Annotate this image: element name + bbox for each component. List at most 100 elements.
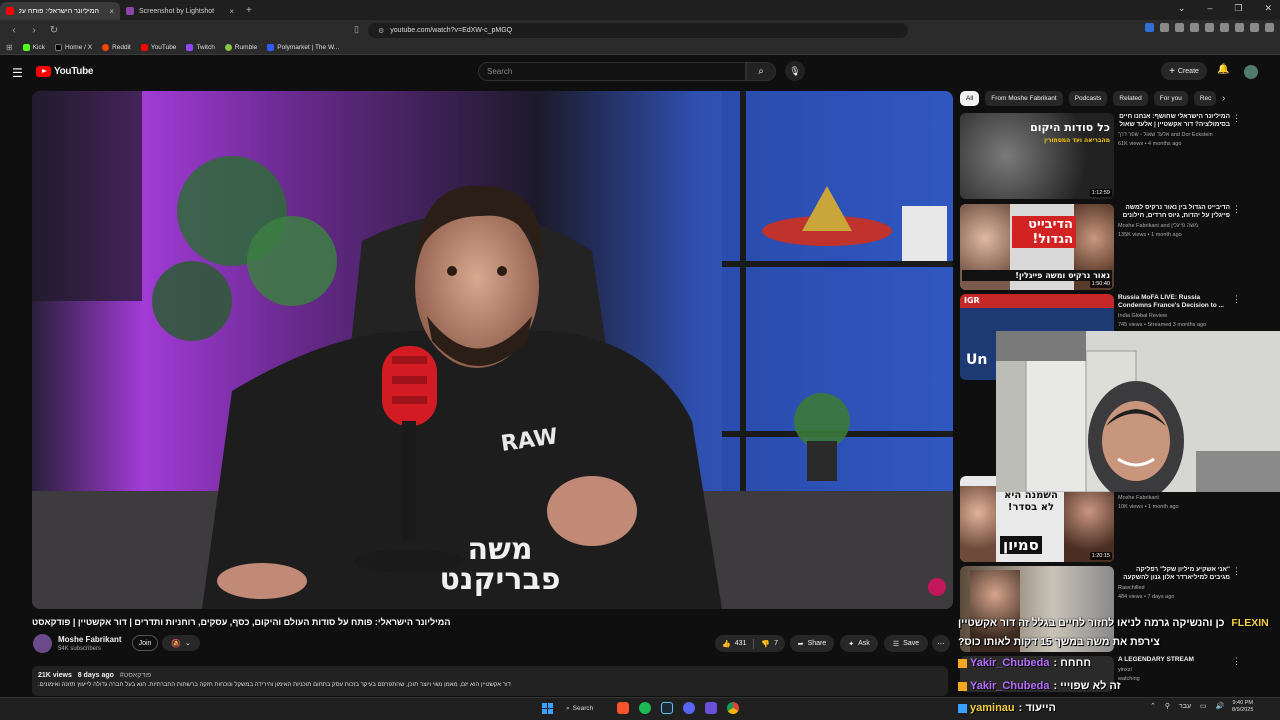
extension-icon[interactable] [1175,23,1184,32]
ask-button[interactable]: ✦ Ask [840,635,878,652]
channel-avatar[interactable] [33,634,52,653]
rumble-icon [224,43,232,51]
search-icon: ⌕ [566,704,570,712]
extension-icon[interactable] [1205,23,1214,32]
chip-recent[interactable]: Rec [1193,91,1216,106]
notifications-bell-icon[interactable]: 🔔 [1217,64,1229,75]
tab-search-icon[interactable]: ⌄ [1178,3,1186,14]
lightshot-favicon-icon [126,7,134,15]
steam-icon[interactable] [661,702,673,714]
bookmarks-bar: ⊞ Kick Home / X Reddit YouTube Twitch Ru… [0,40,1280,55]
related-meta: 10K views • 1 month ago [1118,504,1179,510]
reload-icon[interactable]: ↻ [48,25,60,36]
bookmark-youtube[interactable]: YouTube [140,43,176,51]
bookmark-polymarket[interactable]: Polymarket | The W... [267,43,339,51]
extension-icon[interactable] [1220,23,1229,32]
related-video-item[interactable]: הדיבייט הגדול! נאור נרקיס ומשה פייגלין! … [960,204,1260,292]
chevron-up-icon[interactable]: ⌃ [1150,702,1156,710]
system-tray: ⌃ ⚲ עבר ▭ 🔊 [1150,702,1225,711]
back-icon[interactable]: ‹ [8,25,20,36]
chat-featured-text: כן והנשיקה גרמה לניאו לחזור לחיים בגלל ז… [958,617,1225,648]
discord-icon[interactable] [683,702,695,714]
related-title: Russia MoFA LIVE: Russia Condemns France… [1118,294,1224,309]
chrome-icon[interactable] [727,702,739,714]
bookmark-kick[interactable]: Kick [22,43,45,51]
thumbs-down-icon[interactable]: 👎 [761,640,770,648]
account-avatar[interactable] [1244,65,1258,79]
chevron-right-icon[interactable]: › [1222,93,1225,104]
more-vertical-icon[interactable]: ⋮ [1232,294,1241,305]
close-window-icon[interactable]: ✕ [1264,3,1272,14]
more-vertical-icon[interactable]: ⋮ [1232,566,1241,577]
new-tab-icon[interactable]: + [246,5,252,16]
menu-icon[interactable] [1265,23,1274,32]
extension-icon[interactable] [1235,23,1244,32]
close-tab-icon[interactable]: × [229,7,234,16]
save-button[interactable]: ☰ Save [884,635,928,652]
description-box[interactable] [32,666,948,696]
monitor-icon[interactable]: ▭ [1200,702,1207,710]
brave-browser-icon[interactable] [617,702,629,714]
more-vertical-icon[interactable]: ⋮ [1232,204,1241,215]
thumbnail-text: כל סודות היקום [1030,121,1110,134]
hashtag[interactable]: #פודקאסט [120,672,152,679]
spotify-icon[interactable] [639,702,651,714]
address-bar[interactable]: ⚙ youtube.com/watch?v=EdXW-c_pMGQ [368,23,908,38]
date: 8/9/2025 [1232,707,1254,713]
bookmark-reddit[interactable]: Reddit [102,43,131,51]
minimize-icon[interactable]: – [1207,3,1212,14]
tab-lightshot[interactable]: Screenshot by Lightshot × [120,2,240,20]
apps-icon[interactable]: ⊞ [6,43,13,52]
share-button[interactable]: ➦ Share [790,635,834,652]
video-thumbnail[interactable]: הדיבייט הגדול! נאור נרקיס ומשה פייגלין! … [960,204,1114,290]
more-vertical-icon[interactable]: ⋮ [1232,113,1241,124]
chip-all[interactable]: All [960,91,980,106]
tab-label: המיליונר הישראלי: פותח על [19,7,99,15]
youtube-logo[interactable]: YouTube [36,66,94,77]
more-actions-button[interactable]: ⋯ [932,635,950,652]
related-video-item[interactable]: כל סודות היקום מהבריאה ועד המסתורין 1:12… [960,113,1260,201]
voice-search-button[interactable]: 🎙 [785,61,805,81]
volume-icon[interactable]: 🔊 [1216,702,1225,710]
join-button[interactable]: Join [132,635,158,651]
site-info-icon[interactable]: ⚙ [378,27,384,35]
extension-icon[interactable] [1145,23,1154,32]
chip-from-channel[interactable]: From Moshe Fabrikant [985,91,1063,106]
extension-icon[interactable] [1160,23,1169,32]
more-horizontal-icon: ⋯ [937,640,945,648]
streamer-webcam [996,331,1280,492]
hamburger-menu-icon[interactable]: ☰ [12,66,23,80]
tab-youtube-video[interactable]: המיליונר הישראלי: פותח על × [0,2,120,20]
bookmark-twitch[interactable]: Twitch [186,43,215,51]
channel-watermark[interactable] [928,578,946,596]
forward-icon[interactable]: › [28,25,40,36]
bookmark-rumble[interactable]: Rumble [224,43,257,51]
app-icon[interactable] [705,702,717,714]
chip-related[interactable]: Related [1113,91,1148,106]
channel-name[interactable]: Moshe Fabrikant [58,635,122,644]
related-channel: אלעד שאול - שפר דרך and Dor Eckstein [1118,132,1213,138]
search-button[interactable]: ⌕ [746,62,776,81]
extension-icon[interactable] [1250,23,1259,32]
taskbar-clock[interactable]: 9:40 PM 8/9/2025 [1232,700,1253,714]
video-thumbnail[interactable]: כל סודות היקום מהבריאה ועד המסתורין 1:12… [960,113,1114,199]
tab-label: Screenshot by Lightshot [139,7,215,15]
like-dislike-button[interactable]: 👍 431 👎 7 [715,635,785,652]
related-meta: 745 views • Streamed 3 months ago [1118,322,1207,328]
close-tab-icon[interactable]: × [109,7,114,16]
taskbar-search[interactable]: ⌕ Search [566,702,610,715]
bookmark-page-icon[interactable]: ▯ [354,24,359,35]
create-button[interactable]: + Create [1161,62,1207,80]
windows-start-icon[interactable] [542,703,553,714]
subscribed-button[interactable]: 🔕 ⌄ [162,635,200,651]
maximize-icon[interactable]: ❐ [1234,3,1242,14]
search-input[interactable]: Search [478,62,746,81]
chip-for-you[interactable]: For you [1153,91,1188,106]
more-vertical-icon[interactable]: ⋮ [1232,656,1241,667]
bookmark-x[interactable]: Home / X [54,43,92,51]
thumbs-up-icon[interactable]: 👍 [722,640,731,648]
extension-icon[interactable] [1190,23,1199,32]
chip-podcasts[interactable]: Podcasts [1068,91,1108,106]
language-indicator[interactable]: עבר [1179,703,1191,710]
usb-icon[interactable]: ⚲ [1165,702,1170,710]
